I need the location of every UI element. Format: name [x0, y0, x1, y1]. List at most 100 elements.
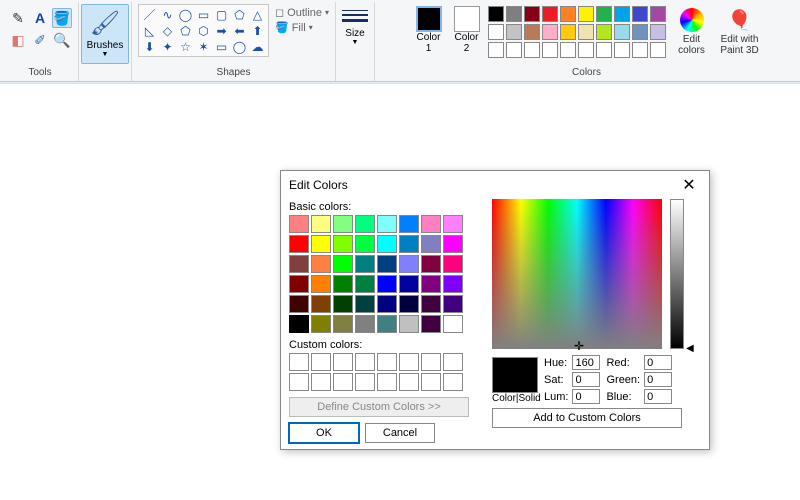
shape-diamond-icon[interactable]: ◇ [159, 23, 176, 38]
palette-swatch[interactable] [650, 6, 666, 22]
ok-button[interactable]: OK [289, 423, 359, 443]
basic-color-swatch[interactable] [289, 315, 309, 333]
magnifier-tool-icon[interactable]: 🔍 [52, 30, 72, 50]
basic-color-swatch[interactable] [377, 255, 397, 273]
palette-swatch[interactable] [578, 24, 594, 40]
shape-uarrow-icon[interactable]: ⬆ [249, 23, 266, 38]
basic-color-swatch[interactable] [421, 275, 441, 293]
shape-hexagon-icon[interactable]: ⬡ [195, 23, 212, 38]
basic-color-swatch[interactable] [377, 315, 397, 333]
basic-color-swatch[interactable] [399, 255, 419, 273]
basic-color-swatch[interactable] [421, 235, 441, 253]
basic-color-swatch[interactable] [399, 235, 419, 253]
shape-callout-oval-icon[interactable]: ◯ [231, 39, 248, 54]
basic-color-swatch[interactable] [311, 275, 331, 293]
custom-color-swatch[interactable] [355, 373, 375, 391]
paint3d-button[interactable]: 🎈 Edit with Paint 3D [718, 4, 762, 56]
palette-swatch[interactable] [560, 6, 576, 22]
palette-swatch[interactable] [596, 42, 612, 58]
palette-swatch[interactable] [506, 42, 522, 58]
palette-swatch[interactable] [596, 24, 612, 40]
custom-color-swatch[interactable] [399, 353, 419, 371]
basic-color-swatch[interactable] [355, 295, 375, 313]
color1-well[interactable]: Color 1 [412, 4, 446, 54]
custom-color-swatch[interactable] [443, 353, 463, 371]
basic-color-swatch[interactable] [355, 255, 375, 273]
custom-color-swatch[interactable] [399, 373, 419, 391]
hue-input[interactable] [572, 355, 600, 370]
shape-larrow-icon[interactable]: ⬅ [231, 23, 248, 38]
brushes-dropdown[interactable]: 🖌 Brushes ▼ [81, 4, 129, 64]
bucket-tool-icon[interactable]: 🪣 [52, 8, 72, 28]
custom-color-swatch[interactable] [421, 353, 441, 371]
eraser-tool-icon[interactable]: ◧ [8, 30, 28, 50]
color2-well[interactable]: Color 2 [450, 4, 484, 54]
palette-swatch[interactable] [578, 42, 594, 58]
basic-color-swatch[interactable] [421, 215, 441, 233]
basic-color-swatch[interactable] [311, 295, 331, 313]
basic-color-swatch[interactable] [333, 255, 353, 273]
basic-color-swatch[interactable] [421, 295, 441, 313]
palette-swatch[interactable] [614, 6, 630, 22]
red-input[interactable] [644, 355, 672, 370]
palette-swatch[interactable] [524, 24, 540, 40]
basic-color-swatch[interactable] [443, 215, 463, 233]
palette-swatch[interactable] [596, 6, 612, 22]
palette-swatch[interactable] [488, 6, 504, 22]
shape-rect-icon[interactable]: ▭ [195, 7, 212, 22]
palette-swatch[interactable] [632, 42, 648, 58]
custom-color-swatch[interactable] [333, 353, 353, 371]
basic-color-swatch[interactable] [399, 315, 419, 333]
shape-pentagon-icon[interactable]: ⬠ [177, 23, 194, 38]
basic-color-swatch[interactable] [443, 295, 463, 313]
picker-tool-icon[interactable]: ✐ [30, 30, 50, 50]
shape-star5-icon[interactable]: ☆ [177, 39, 194, 54]
basic-color-swatch[interactable] [311, 255, 331, 273]
basic-color-swatch[interactable] [289, 255, 309, 273]
basic-color-swatch[interactable] [333, 235, 353, 253]
palette-swatch[interactable] [542, 6, 558, 22]
shape-outline-dropdown[interactable]: ◻ Outline ▾ [275, 6, 329, 19]
basic-color-swatch[interactable] [355, 215, 375, 233]
basic-color-swatch[interactable] [443, 255, 463, 273]
edit-colors-button[interactable]: Edit colors [670, 4, 714, 56]
palette-swatch[interactable] [488, 24, 504, 40]
palette-swatch[interactable] [650, 24, 666, 40]
shape-curve-icon[interactable]: ∿ [159, 7, 176, 22]
palette-swatch[interactable] [506, 6, 522, 22]
basic-color-swatch[interactable] [289, 215, 309, 233]
cancel-button[interactable]: Cancel [365, 423, 435, 443]
palette-swatch[interactable] [542, 24, 558, 40]
shape-star6-icon[interactable]: ✶ [195, 39, 212, 54]
shape-rarrow-icon[interactable]: ➡ [213, 23, 230, 38]
basic-color-swatch[interactable] [443, 315, 463, 333]
basic-color-swatch[interactable] [421, 315, 441, 333]
palette-swatch[interactable] [614, 42, 630, 58]
basic-color-swatch[interactable] [311, 215, 331, 233]
palette-swatch[interactable] [560, 24, 576, 40]
basic-color-swatch[interactable] [289, 275, 309, 293]
shape-rtriangle-icon[interactable]: ◺ [141, 23, 158, 38]
color-spectrum[interactable] [492, 199, 662, 349]
custom-color-swatch[interactable] [311, 373, 331, 391]
size-dropdown[interactable]: Size ▼ [338, 4, 372, 46]
shape-darrow-icon[interactable]: ⬇ [141, 39, 158, 54]
palette-swatch[interactable] [614, 24, 630, 40]
shape-fill-dropdown[interactable]: 🪣 Fill ▾ [275, 21, 329, 34]
basic-color-swatch[interactable] [333, 215, 353, 233]
text-tool-icon[interactable]: A [30, 8, 50, 28]
basic-color-swatch[interactable] [333, 315, 353, 333]
basic-color-swatch[interactable] [311, 315, 331, 333]
basic-color-swatch[interactable] [377, 275, 397, 293]
basic-color-swatch[interactable] [443, 275, 463, 293]
basic-color-swatch[interactable] [443, 235, 463, 253]
sat-input[interactable] [572, 372, 600, 387]
custom-color-swatch[interactable] [377, 353, 397, 371]
green-input[interactable] [644, 372, 672, 387]
palette-swatch[interactable] [524, 6, 540, 22]
basic-color-swatch[interactable] [399, 295, 419, 313]
shape-polygon-icon[interactable]: ⬠ [231, 7, 248, 22]
custom-color-swatch[interactable] [311, 353, 331, 371]
palette-swatch[interactable] [632, 6, 648, 22]
custom-color-swatch[interactable] [333, 373, 353, 391]
